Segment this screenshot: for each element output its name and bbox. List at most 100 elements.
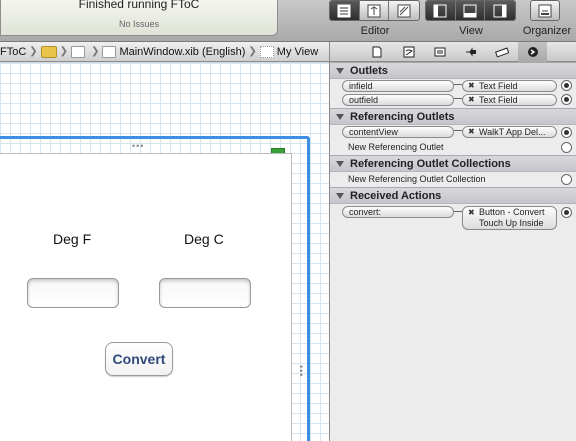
identity-icon (434, 47, 445, 57)
received-action-row: convert: ✖ Button - Convert Touch Up Ins… (330, 204, 576, 234)
referencing-outlet-pill[interactable]: contentView (342, 126, 454, 138)
new-referencing-collection-label: New Referencing Outlet Collection (348, 174, 486, 184)
organizer-label: Organizer (522, 25, 572, 37)
outlet-target-pill[interactable]: ✖ Text Field (462, 94, 557, 106)
debug-area-toggle-icon (463, 4, 477, 17)
chevron-right-icon: ❯ (91, 46, 100, 57)
disclosure-triangle-icon (336, 113, 344, 120)
issues-status: No Issues (118, 19, 160, 29)
referencing-target-label: WalkT App Del... (479, 127, 546, 137)
organizer-button-face[interactable] (531, 1, 559, 20)
view-label: View (459, 25, 483, 37)
standard-editor-button[interactable] (330, 1, 360, 20)
chevron-right-icon: ❯ (29, 46, 38, 57)
disconnect-x-icon[interactable]: ✖ (468, 81, 475, 91)
organizer-icon (538, 4, 552, 17)
jumpbar-object[interactable]: My View (277, 46, 318, 58)
utilities-toggle-button[interactable] (485, 1, 515, 20)
outlets-section-header[interactable]: Outlets (330, 62, 576, 79)
disconnect-x-icon[interactable]: ✖ (468, 207, 475, 218)
version-editor-button[interactable] (389, 1, 419, 20)
deg-f-label[interactable]: Deg F (53, 231, 91, 247)
disclosure-triangle-icon (336, 192, 344, 199)
outlet-target-label: Text Field (479, 81, 518, 91)
disconnect-x-icon[interactable]: ✖ (468, 95, 475, 105)
jump-bar: FToC ❯ ❯ ❯ MainWindow.xib (English) ❯ My… (0, 42, 330, 62)
connection-circle[interactable] (561, 94, 572, 105)
outlet-target-label: Text Field (479, 95, 518, 105)
jumpbar-project[interactable]: FToC (0, 46, 26, 58)
connection-circle[interactable] (561, 174, 572, 185)
received-actions-section-header[interactable]: Received Actions (330, 187, 576, 204)
main-view[interactable]: Deg F Deg C Convert (0, 153, 292, 441)
utilities-toggle-icon (493, 4, 507, 17)
view-segmented-control (425, 0, 516, 21)
referencing-collections-section-header[interactable]: Referencing Outlet Collections (330, 155, 576, 172)
referencing-collections-title: Referencing Outlet Collections (350, 157, 511, 170)
ruler-icon (494, 47, 509, 58)
assistant-editor-icon (367, 4, 381, 17)
convert-button[interactable]: Convert (105, 342, 173, 376)
disconnect-x-icon[interactable]: ✖ (468, 127, 475, 137)
infield-text-field[interactable] (27, 278, 119, 308)
connection-circle[interactable] (561, 142, 572, 153)
outlet-target-pill[interactable]: ✖ Text Field (462, 80, 557, 92)
folder-icon[interactable] (40, 45, 57, 58)
jumpbar-file[interactable]: MainWindow.xib (English) (119, 46, 245, 58)
connection-line (454, 98, 462, 99)
navigator-toggle-button[interactable] (426, 1, 456, 20)
new-referencing-outlet-row: New Referencing Outlet (330, 140, 576, 155)
tab-quick-help[interactable] (394, 42, 423, 62)
disclosure-triangle-icon (336, 160, 344, 167)
interface-builder-canvas[interactable]: ••• Deg F Deg C Convert ••• (0, 63, 329, 441)
chevron-right-icon: ❯ (59, 46, 69, 57)
tab-size-inspector[interactable] (487, 42, 516, 62)
inspector-tab-bar (330, 42, 576, 62)
tab-connections-inspector[interactable] (518, 42, 547, 62)
chevron-right-icon: ❯ (248, 46, 257, 57)
referencing-target-pill[interactable]: ✖ WalkT App Del... (462, 126, 557, 138)
activity-viewer: Finished running FToC No Issues (0, 0, 278, 36)
action-target-line2: Touch Up Inside (479, 218, 544, 228)
editor-segmented-control (329, 0, 420, 21)
connection-circle[interactable] (561, 80, 572, 91)
connections-inspector-pane: Outlets infield ✖ Text Field outfield ✖ Te… (329, 42, 576, 441)
referencing-outlets-section-header[interactable]: Referencing Outlets (330, 108, 576, 125)
quick-help-icon (403, 46, 414, 58)
tab-identity-inspector[interactable] (425, 42, 454, 62)
organizer-button[interactable] (530, 0, 560, 21)
new-referencing-outlet-label: New Referencing Outlet (348, 142, 444, 152)
received-actions-title: Received Actions (350, 189, 442, 202)
action-name-pill[interactable]: convert: (342, 206, 454, 218)
xib-file-icon (102, 45, 117, 58)
outlet-row: outfield ✖ Text Field (330, 93, 576, 108)
assistant-editor-button[interactable] (360, 1, 390, 20)
resize-handle-top[interactable]: ••• (132, 141, 144, 151)
disclosure-triangle-icon (336, 67, 344, 74)
referencing-outlet-row: contentView ✖ WalkT App Del... (330, 125, 576, 140)
view-object-icon (259, 45, 274, 58)
outfield-text-field[interactable] (159, 278, 251, 308)
connection-circle[interactable] (561, 127, 572, 138)
xib-group-icon[interactable] (71, 45, 86, 58)
arrow-circle-icon (527, 47, 538, 57)
version-editor-icon (397, 4, 411, 17)
resize-handle-right[interactable]: ••• (296, 365, 306, 377)
outlet-name-pill[interactable]: outfield (342, 94, 454, 106)
tab-attributes-inspector[interactable] (456, 42, 485, 62)
new-referencing-collection-row: New Referencing Outlet Collection (330, 172, 576, 187)
connection-circle[interactable] (561, 207, 572, 218)
attributes-icon (465, 47, 476, 57)
standard-editor-icon (337, 4, 351, 17)
action-target-pill[interactable]: ✖ Button - Convert Touch Up Inside (462, 206, 557, 230)
deg-c-label[interactable]: Deg C (184, 231, 224, 247)
editor-label: Editor (360, 25, 390, 37)
navigator-toggle-icon (433, 4, 447, 17)
tab-file-inspector[interactable] (362, 42, 391, 62)
debug-area-toggle-button[interactable] (455, 1, 486, 20)
connection-line (454, 211, 462, 212)
status-message: Finished running FToC (78, 0, 200, 11)
outlet-row: infield ✖ Text Field (330, 79, 576, 93)
outlet-name-pill[interactable]: infield (342, 80, 454, 92)
outlets-title: Outlets (350, 64, 388, 77)
